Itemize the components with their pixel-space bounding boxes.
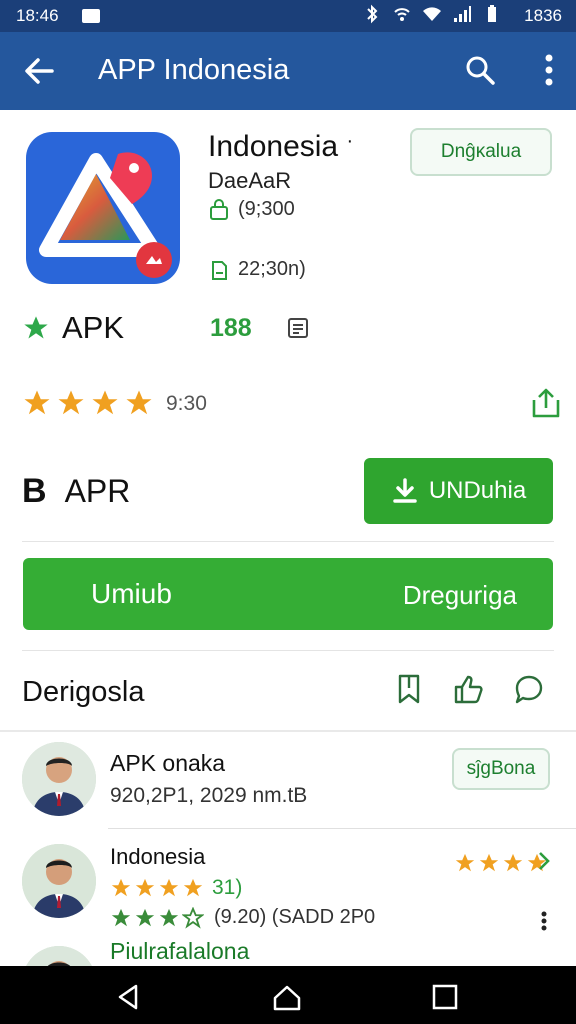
battery-icon bbox=[488, 5, 496, 22]
avatar[interactable] bbox=[22, 742, 96, 816]
section-title: Derigosla bbox=[22, 676, 145, 708]
list-item-title: APK onaka bbox=[110, 750, 226, 776]
app-detail-card: Indonesia · DaeAaR (9;300 22;30n) Dnĝĸal… bbox=[0, 110, 576, 730]
file-icon bbox=[212, 260, 227, 280]
primary-action-button[interactable]: Umiub Dreguriga bbox=[23, 558, 553, 630]
star-icon bbox=[111, 908, 131, 926]
home-nav-icon[interactable] bbox=[272, 982, 302, 1012]
app-bar: APP Indonesia bbox=[0, 32, 576, 110]
lock-icon bbox=[210, 198, 228, 220]
star-icon bbox=[455, 853, 475, 872]
wifi-calling-icon bbox=[394, 8, 410, 21]
list-item-title: Piulrafalalona bbox=[110, 938, 250, 964]
arrow-left-icon[interactable] bbox=[22, 54, 56, 88]
avatar[interactable] bbox=[22, 844, 96, 918]
star-icon bbox=[159, 878, 179, 897]
apk-count: 188 bbox=[210, 314, 252, 342]
star-icon bbox=[479, 853, 499, 872]
rating-row: 9:30 bbox=[22, 388, 562, 420]
share-icon[interactable] bbox=[530, 386, 562, 420]
search-icon[interactable] bbox=[464, 54, 496, 86]
star-icon bbox=[58, 390, 84, 415]
more-vert-icon[interactable] bbox=[540, 910, 548, 932]
app-meta-version: (9;300 bbox=[208, 198, 295, 221]
navigation-bar bbox=[0, 966, 576, 1024]
chevron-right-icon[interactable] bbox=[536, 850, 552, 872]
star-icon bbox=[183, 878, 203, 897]
status-time: 18:46 bbox=[16, 6, 59, 25]
bluetooth-icon bbox=[367, 4, 378, 24]
divider bbox=[22, 541, 554, 542]
avatar[interactable] bbox=[22, 946, 96, 966]
comment-icon[interactable] bbox=[512, 672, 546, 706]
thumbs-up-icon[interactable] bbox=[452, 672, 486, 706]
signal-icon bbox=[454, 6, 471, 22]
star-icon bbox=[111, 878, 131, 897]
star-outline-icon bbox=[182, 906, 204, 929]
status-icons bbox=[362, 4, 502, 24]
list-item-stars-top bbox=[454, 852, 548, 874]
rating-value: 9:30 bbox=[166, 392, 207, 415]
status-bar: 18:46 1836 bbox=[0, 0, 576, 32]
bookmark-icon[interactable] bbox=[392, 672, 426, 706]
list-item-meta: (9.20) (SADD 2P0 bbox=[214, 906, 376, 928]
download-icon bbox=[393, 478, 417, 503]
section-actions bbox=[392, 672, 546, 706]
apk-row: APK 188 bbox=[22, 308, 562, 348]
app-logo-icon bbox=[26, 132, 180, 284]
recents-nav-icon[interactable] bbox=[430, 982, 460, 1012]
list-item-chip[interactable]: sĵgBona bbox=[452, 748, 550, 790]
list-item-rating: 31) bbox=[110, 876, 242, 900]
star-icon bbox=[24, 316, 48, 339]
star-icon bbox=[503, 853, 523, 872]
star-icon bbox=[159, 908, 179, 926]
list-item-subtitle: 920,2P1, 2029 nm.tB bbox=[110, 784, 308, 807]
list-item-rating-value: 31) bbox=[212, 876, 243, 899]
wifi-icon bbox=[423, 7, 441, 21]
bapr-label: B APR bbox=[22, 472, 131, 510]
page-title: APP Indonesia bbox=[98, 54, 290, 86]
apk-label: APK bbox=[62, 310, 125, 345]
star-icon bbox=[24, 390, 50, 415]
star-icon bbox=[126, 390, 152, 415]
list-item-title: Indonesia bbox=[110, 844, 206, 869]
download-chip[interactable]: Dnĝĸalua bbox=[410, 128, 552, 176]
review-list: APK onaka 920,2P1, 2029 nm.tB sĵgBona In… bbox=[0, 732, 576, 966]
list-item-rating-2: (9.20) (SADD 2P0 bbox=[110, 906, 375, 929]
star-icon bbox=[135, 878, 155, 897]
app-meta-size: 22;30n) bbox=[208, 258, 306, 281]
back-nav-icon[interactable] bbox=[114, 982, 144, 1012]
checklist-icon bbox=[288, 318, 308, 338]
app-name: Indonesia · bbox=[208, 130, 354, 163]
divider bbox=[108, 828, 576, 829]
rating-stars bbox=[22, 388, 154, 418]
developer-name: DaeAaR bbox=[208, 168, 292, 193]
notification-icon bbox=[82, 9, 100, 23]
more-vert-icon[interactable] bbox=[542, 52, 556, 88]
star-icon bbox=[135, 908, 155, 926]
star-icon bbox=[92, 390, 118, 415]
status-time-right: 1836 bbox=[524, 6, 562, 25]
install-button[interactable]: UNDuhia bbox=[364, 458, 553, 524]
divider bbox=[22, 650, 554, 651]
